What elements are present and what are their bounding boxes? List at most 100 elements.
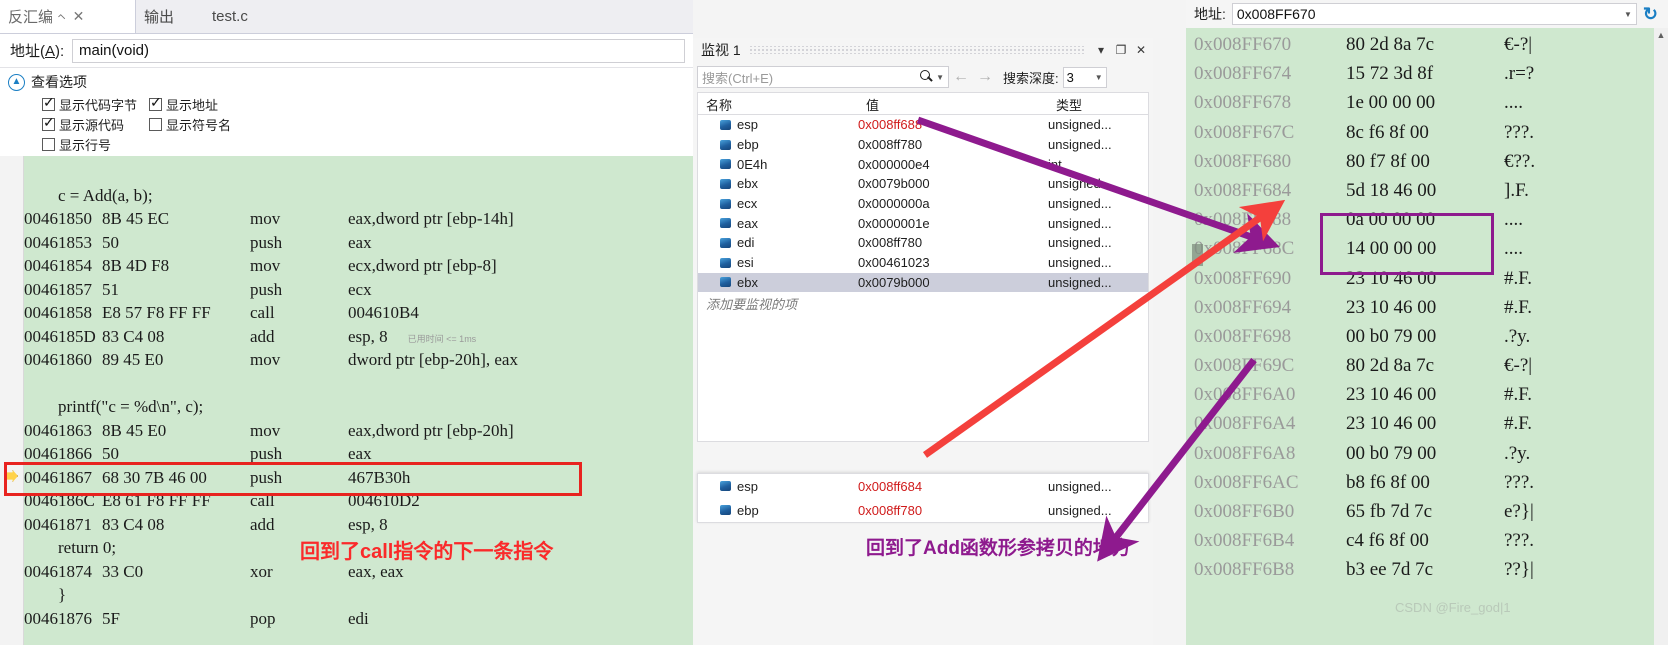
memory-row-hex[interactable]: 23 10 46 00 [1346, 409, 1504, 438]
column-header-name[interactable]: 名称 [698, 93, 858, 114]
view-options-section: ▲ 查看选项 显示代码字节 显示地址 显示源代码 显示符号名 显示行号 [0, 68, 693, 156]
address-input[interactable] [72, 38, 685, 63]
memory-row[interactable]: 0x008FF6B8 b3 ee 7d 7c ??}| [1194, 555, 1654, 584]
watch-row-value[interactable]: 0x0000000a [858, 196, 1048, 211]
watch-row-value[interactable]: 0x0000001e [858, 216, 1048, 231]
refresh-icon[interactable]: ↻ [1643, 4, 1658, 25]
memory-row-hex[interactable]: 1e 00 00 00 [1346, 88, 1504, 117]
memory-scrollbar[interactable]: ▲ [1654, 28, 1668, 645]
memory-row[interactable]: 0x008FF67C 8c f6 8f 00???. [1194, 118, 1654, 147]
breakpoint-gutter[interactable] [0, 156, 24, 645]
search-placeholder: 搜索(Ctrl+E) [702, 70, 774, 86]
watch-row-value[interactable]: 0x0079b000 [858, 176, 1048, 191]
watch-row[interactable]: 0E4h 0x000000e4 int [698, 154, 1148, 174]
memory-row-hex[interactable]: 65 fb 7d 7c [1346, 497, 1504, 526]
search-icon[interactable] [919, 70, 933, 84]
memory-row-hex[interactable]: 80 2d 8a 7c [1346, 351, 1504, 380]
memory-row-hex[interactable]: 8c f6 8f 00 [1346, 118, 1504, 147]
watch-row[interactable]: esp 0x008ff688 unsigned... [698, 115, 1148, 135]
watch-row[interactable]: ebp 0x008ff780 unsigned... [698, 135, 1148, 155]
watch-row-value[interactable]: 0x00461023 [858, 255, 1048, 270]
column-header-value[interactable]: 值 [858, 93, 1048, 114]
memory-row-hex[interactable]: 00 b0 79 00 [1346, 439, 1504, 468]
memory-row[interactable]: 0x008FF6A4 23 10 46 00 #.F. [1194, 409, 1654, 438]
memory-address-combo[interactable]: 0x008FF670 ▼ [1231, 3, 1637, 25]
watch-overlay-value[interactable]: 0x008ff780 [858, 503, 1048, 518]
memory-row-hex[interactable]: 00 b0 79 00 [1346, 322, 1504, 351]
memory-row[interactable]: 0x008FF670 80 2d 8a 7c €-?| [1194, 30, 1654, 59]
memory-row-hex[interactable]: 15 72 3d 8f [1346, 59, 1504, 88]
disassembly-code-area[interactable]: c = Add(a, b); 00461850 8B 45 EC mov eax,dwo… [0, 156, 693, 645]
memory-row-hex[interactable]: 23 10 46 00 [1346, 293, 1504, 322]
watch-row-value[interactable]: 0x000000e4 [858, 157, 1048, 172]
memory-row-hex[interactable]: 80 f7 8f 00 [1346, 147, 1504, 176]
checkbox-show-symbol-names[interactable] [149, 117, 162, 131]
watch-row[interactable]: ebx 0x0079b000 unsigned... [698, 272, 1148, 293]
scroll-up-icon[interactable]: ▲ [1654, 28, 1668, 42]
watch-overlay-row[interactable]: ebp 0x008ff780 unsigned... [698, 498, 1148, 522]
watch-row-value[interactable]: 0x008ff780 [858, 235, 1048, 250]
search-input[interactable]: 搜索(Ctrl+E) ▼ [697, 66, 949, 88]
chevron-down-icon[interactable]: ▼ [936, 73, 944, 82]
pin-icon[interactable]: ⌐ [55, 9, 71, 25]
watch-row-value[interactable]: 0x008ff688 [858, 117, 1048, 132]
memory-caret [1192, 244, 1203, 266]
drag-handle[interactable] [748, 46, 1085, 54]
watch-row[interactable]: edi 0x008ff780 unsigned... [698, 233, 1148, 253]
memory-row-hex[interactable]: 5d 18 46 00 [1346, 176, 1504, 205]
memory-row[interactable]: 0x008FF694 23 10 46 00 #.F. [1194, 293, 1654, 322]
memory-row[interactable]: 0x008FF69C 80 2d 8a 7c €-?| [1194, 351, 1654, 380]
watch-row-value[interactable]: 0x008ff780 [858, 137, 1048, 152]
memory-row[interactable]: 0x008FF6A8 00 b0 79 00 .?y. [1194, 439, 1654, 468]
memory-row-ascii: ??}| [1504, 559, 1534, 581]
watch-row[interactable]: esi 0x00461023 unsigned... [698, 253, 1148, 273]
watch-overlay-row[interactable]: esp 0x008ff684 unsigned... [698, 474, 1148, 498]
memory-hexdump[interactable]: 0x008FF670 80 2d 8a 7c €-?| 0x008FF674 15 72… [1186, 28, 1668, 645]
chevron-up-icon[interactable]: ▲ [8, 73, 25, 91]
maximize-icon[interactable]: ❐ [1113, 43, 1129, 57]
watch-overlay-grid[interactable]: esp 0x008ff684 unsigned... ebp 0x008ff780 uns… [697, 473, 1149, 523]
search-depth-select[interactable]: 3 ▼ [1062, 66, 1107, 88]
close-icon[interactable]: ✕ [73, 8, 85, 25]
memory-row[interactable]: 0x008FF6A0 23 10 46 00 #.F. [1194, 380, 1654, 409]
memory-row-hex[interactable]: 23 10 46 00 [1346, 380, 1504, 409]
minimize-icon[interactable]: ▾ [1093, 43, 1109, 57]
tab-output[interactable]: 输出 [136, 0, 204, 33]
close-icon[interactable]: ✕ [1133, 43, 1149, 57]
watch-row-list: esp 0x008ff688 unsigned... ebp 0x008ff780 uns… [698, 115, 1148, 293]
memory-row-address: 0x008FF69C [1194, 355, 1295, 377]
chevron-down-icon[interactable]: ▼ [1624, 10, 1632, 19]
nav-forward-icon[interactable]: → [977, 68, 993, 86]
memory-row[interactable]: 0x008FF678 1e 00 00 00.... [1194, 88, 1654, 117]
checkbox-show-address[interactable] [149, 95, 163, 111]
memory-row[interactable]: 0x008FF684 5d 18 46 00].F. [1194, 176, 1654, 205]
watch-row-value[interactable]: 0x0079b000 [858, 275, 1048, 290]
memory-row-hex[interactable]: 80 2d 8a 7c [1346, 30, 1504, 59]
watch-row[interactable]: ecx 0x0000000a unsigned... [698, 194, 1148, 214]
memory-row-hex[interactable]: b3 ee 7d 7c [1346, 555, 1504, 584]
chevron-down-icon[interactable]: ▼ [1095, 73, 1103, 82]
memory-row[interactable]: 0x008FF680 80 f7 8f 00 €??. [1194, 147, 1654, 176]
memory-row[interactable]: 0x008FF698 00 b0 79 00 .?y. [1194, 322, 1654, 351]
watch-grid[interactable]: 名称 值 类型 esp 0x008ff688 unsigned... ebp 0x008… [697, 92, 1149, 442]
tab-disassembly[interactable]: 反汇编 ⌐ ✕ [0, 0, 136, 33]
view-options-header[interactable]: ▲ 查看选项 [0, 68, 693, 94]
nav-back-icon[interactable]: ← [953, 68, 969, 86]
checkbox-show-code-bytes[interactable] [42, 95, 55, 111]
watch-row[interactable]: ebx 0x0079b000 unsigned... [698, 174, 1148, 194]
watch-overlay-value[interactable]: 0x008ff684 [858, 479, 1048, 494]
memory-row-hex[interactable]: b8 f6 8f 00 [1346, 468, 1504, 497]
column-header-type[interactable]: 类型 [1048, 93, 1148, 114]
memory-row-hex[interactable]: c4 f6 8f 00 [1346, 526, 1504, 555]
add-watch-item-row[interactable]: 添加要监视的项 [698, 292, 1148, 313]
checkbox-show-source[interactable] [42, 115, 55, 131]
memory-row[interactable]: 0x008FF6B4 c4 f6 8f 00???. [1194, 526, 1654, 555]
watch-row[interactable]: eax 0x0000001e unsigned... [698, 213, 1148, 233]
checkbox-show-line-numbers[interactable] [42, 137, 55, 151]
memory-row[interactable]: 0x008FF6AC b8 f6 8f 00???. [1194, 468, 1654, 497]
memory-row[interactable]: 0x008FF674 15 72 3d 8f .r=? [1194, 59, 1654, 88]
instruction-mnemonic: mov [250, 209, 281, 228]
memory-row[interactable]: 0x008FF6B0 65 fb 7d 7c e?}| [1194, 497, 1654, 526]
tab-test-c[interactable]: test.c [204, 0, 294, 33]
variable-cube-icon [720, 257, 731, 268]
